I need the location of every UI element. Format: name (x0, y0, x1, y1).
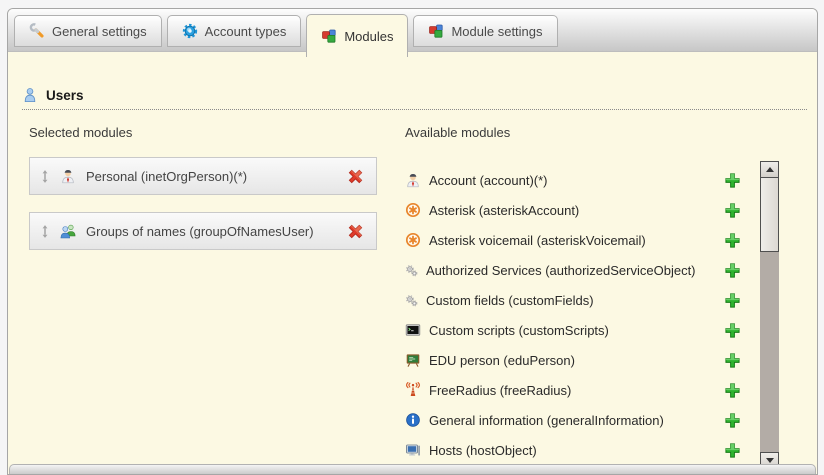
board-icon (405, 352, 421, 368)
available-module-row: Asterisk (asteriskAccount) (405, 195, 741, 225)
asterisk-icon (405, 232, 421, 248)
gears-icon (405, 294, 418, 307)
available-module-row: Authorized Services (authorizedServiceOb… (405, 255, 741, 285)
available-module-row: Account (account)(*) (405, 165, 741, 195)
modules-icon (428, 23, 444, 39)
available-modules-list: Account (account)(*) Asterisk (asteriskA… (405, 165, 741, 465)
group-icon (60, 223, 76, 239)
gear-icon (182, 23, 198, 39)
plus-icon (724, 172, 741, 189)
add-module-button[interactable] (724, 322, 741, 339)
available-module-label: Account (account)(*) (429, 173, 548, 188)
selected-modules-list: Personal (inetOrgPerson)(*) Groups of na… (29, 157, 377, 267)
selected-module-label: Groups of names (groupOfNamesUser) (86, 224, 337, 239)
arrow-down-icon (766, 458, 774, 463)
scroll-up-button[interactable] (760, 161, 779, 178)
tab-label: Modules (344, 29, 393, 44)
add-module-button[interactable] (724, 382, 741, 399)
tab-label: General settings (52, 24, 147, 39)
delete-icon (347, 168, 364, 185)
available-module-row: FreeRadius (freeRadius) (405, 375, 741, 405)
plus-icon (724, 442, 741, 459)
available-modules-scrollbar[interactable] (760, 161, 779, 469)
move-handle-icon[interactable] (40, 169, 50, 184)
asterisk-icon (405, 202, 421, 218)
modules-panel: Users Selected modules Available modules… (8, 51, 817, 474)
plus-icon (724, 232, 741, 249)
plus-icon (724, 352, 741, 369)
arrow-up-icon (766, 167, 774, 172)
available-module-label: Authorized Services (authorizedServiceOb… (426, 263, 696, 278)
available-module-row: EDU person (eduPerson) (405, 345, 741, 375)
plus-icon (724, 412, 741, 429)
tab-module-settings[interactable]: Module settings (413, 15, 557, 47)
selected-modules-heading: Selected modules (29, 125, 132, 140)
settings-window: General settings Account types Modules M… (7, 8, 818, 475)
available-module-row: Hosts (hostObject) (405, 435, 741, 465)
modules-icon (321, 28, 337, 44)
antenna-icon (405, 382, 421, 398)
delete-icon (347, 223, 364, 240)
add-module-button[interactable] (724, 292, 741, 309)
terminal-icon (405, 322, 421, 338)
add-module-button[interactable] (724, 202, 741, 219)
plus-icon (724, 262, 741, 279)
tab-label: Account types (205, 24, 287, 39)
remove-module-button[interactable] (347, 223, 364, 240)
tab-bar: General settings Account types Modules M… (8, 9, 817, 52)
available-modules-heading: Available modules (405, 125, 510, 140)
info-icon (405, 412, 421, 428)
plus-icon (724, 322, 741, 339)
gears-icon (405, 264, 418, 277)
add-module-button[interactable] (724, 262, 741, 279)
tab-modules[interactable]: Modules (306, 14, 408, 57)
available-module-label: Asterisk voicemail (asteriskVoicemail) (429, 233, 646, 248)
available-module-label: FreeRadius (freeRadius) (429, 383, 571, 398)
add-module-button[interactable] (724, 352, 741, 369)
available-module-row: Custom scripts (customScripts) (405, 315, 741, 345)
tab-label: Module settings (451, 24, 542, 39)
selected-module-label: Personal (inetOrgPerson)(*) (86, 169, 337, 184)
section-title: Users (46, 88, 84, 103)
plus-icon (724, 382, 741, 399)
available-module-label: EDU person (eduPerson) (429, 353, 575, 368)
available-module-label: General information (generalInformation) (429, 413, 664, 428)
available-module-row: Asterisk voicemail (asteriskVoicemail) (405, 225, 741, 255)
plus-icon (724, 292, 741, 309)
selected-module-row[interactable]: Personal (inetOrgPerson)(*) (29, 157, 377, 195)
host-icon (405, 442, 421, 458)
person-icon (60, 168, 76, 184)
section-header-users: Users (22, 87, 807, 110)
tab-account-types[interactable]: Account types (167, 15, 302, 47)
add-module-button[interactable] (724, 172, 741, 189)
available-module-label: Asterisk (asteriskAccount) (429, 203, 579, 218)
users-icon (22, 87, 38, 103)
available-module-label: Custom scripts (customScripts) (429, 323, 609, 338)
person-icon (405, 172, 421, 188)
tab-general-settings[interactable]: General settings (14, 15, 162, 47)
available-module-row: Custom fields (customFields) (405, 285, 741, 315)
available-module-label: Custom fields (customFields) (426, 293, 594, 308)
remove-module-button[interactable] (347, 168, 364, 185)
add-module-button[interactable] (724, 442, 741, 459)
selected-module-row[interactable]: Groups of names (groupOfNamesUser) (29, 212, 377, 250)
add-module-button[interactable] (724, 232, 741, 249)
move-handle-icon[interactable] (40, 224, 50, 239)
plus-icon (724, 202, 741, 219)
add-module-button[interactable] (724, 412, 741, 429)
wrench-icon (29, 23, 45, 39)
scrollbar-thumb[interactable] (760, 177, 779, 252)
available-module-label: Hosts (hostObject) (429, 443, 537, 458)
available-module-row: General information (generalInformation) (405, 405, 741, 435)
